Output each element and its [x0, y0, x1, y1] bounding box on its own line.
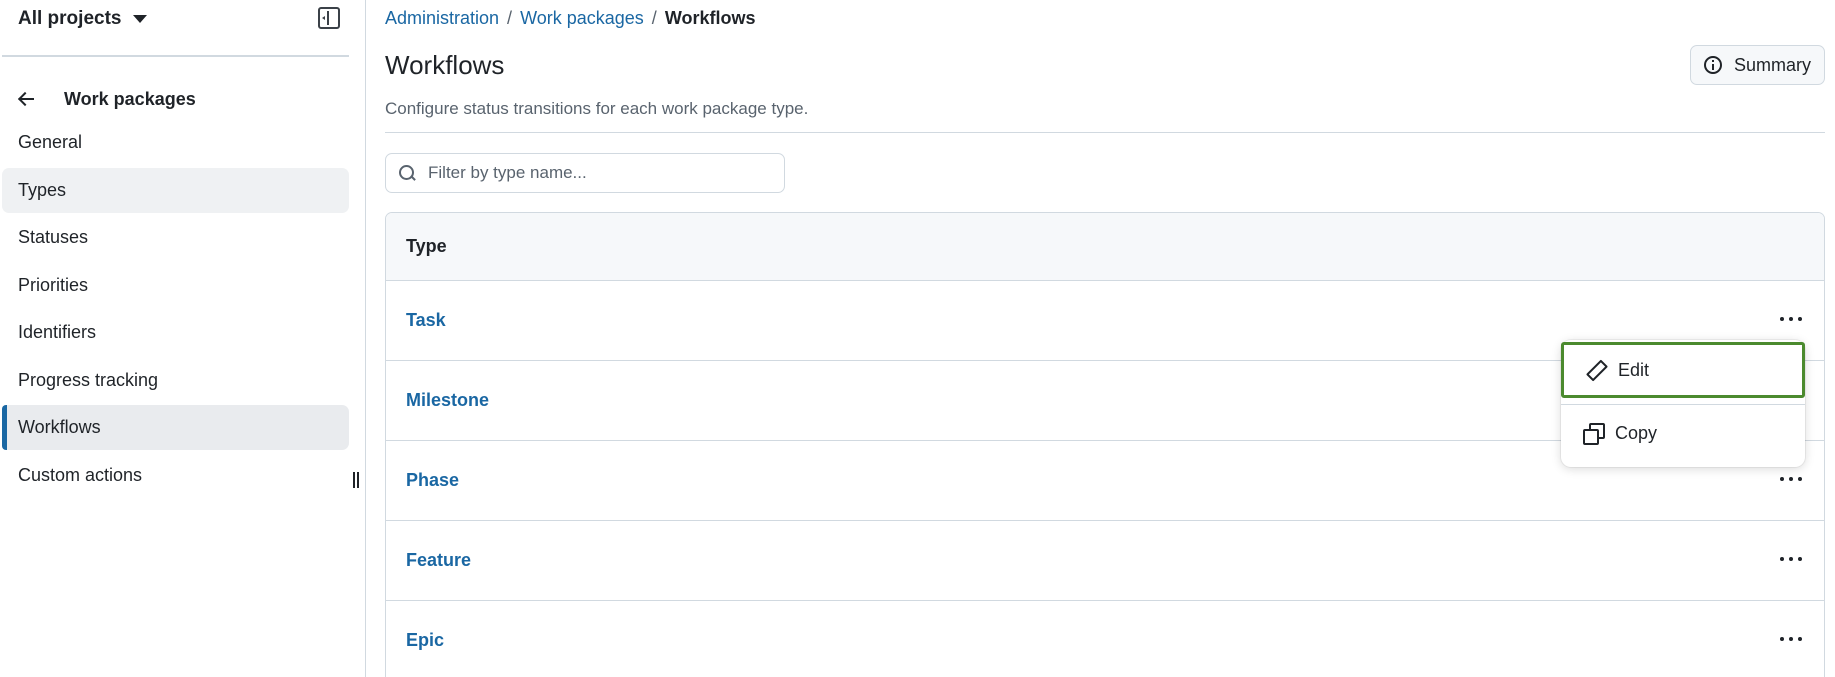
- page-subtitle: Configure status transitions for each wo…: [385, 99, 809, 118]
- sidebar-item-label: Progress tracking: [18, 369, 159, 390]
- breadcrumb-separator: /: [507, 8, 513, 28]
- sidebar-collapse-icon[interactable]: [318, 7, 340, 29]
- type-link-milestone[interactable]: Milestone: [406, 390, 489, 411]
- sidebar-item-label: Priorities: [18, 274, 89, 295]
- project-selector[interactable]: All projects: [18, 4, 148, 34]
- back-row: Work packages: [18, 84, 196, 114]
- info-icon: [1703, 56, 1722, 74]
- breadcrumb-current: Workflows: [664, 8, 756, 28]
- table-row: Feature: [386, 521, 1824, 601]
- filter-input[interactable]: [428, 163, 758, 183]
- filter-box: [385, 153, 785, 193]
- type-link-feature[interactable]: Feature: [406, 550, 471, 571]
- sidebar-section-title: Work packages: [64, 88, 196, 109]
- sidebar-item-workflows[interactable]: Workflows: [2, 405, 349, 450]
- breadcrumb-administration[interactable]: Administration: [385, 8, 499, 29]
- sidebar: All projects Work packages General Types…: [0, 0, 366, 677]
- sidebar-item-label: General: [18, 132, 83, 152]
- sidebar-item-label: Custom actions: [18, 464, 143, 485]
- more-actions-icon[interactable]: [1776, 548, 1806, 570]
- sidebar-item-custom-actions[interactable]: Custom actions: [2, 453, 349, 498]
- arrow-left-icon[interactable]: [18, 90, 36, 108]
- sidebar-item-types[interactable]: Types: [2, 167, 349, 213]
- sidebar-item-general[interactable]: General: [2, 120, 349, 165]
- breadcrumb-work-packages[interactable]: Work packages: [520, 8, 644, 29]
- sidebar-item-label: Statuses: [18, 227, 89, 247]
- copy-icon: [1583, 423, 1605, 445]
- sidebar-item-label: Workflows: [18, 417, 101, 437]
- row-actions-menu: Edit Copy: [1561, 340, 1805, 467]
- summary-button-label: Summary: [1733, 54, 1811, 75]
- sidebar-item-statuses[interactable]: Statuses: [2, 215, 349, 260]
- table-header: Type: [386, 213, 1824, 281]
- sidebar-item-progress-tracking[interactable]: Progress tracking: [2, 358, 349, 403]
- sidebar-item-identifiers[interactable]: Identifiers: [2, 310, 349, 355]
- sidebar-divider: [2, 55, 349, 57]
- summary-button[interactable]: Summary: [1690, 45, 1825, 85]
- header-divider: [385, 132, 1825, 133]
- column-header-type: Type: [406, 236, 447, 256]
- table-row: Epic: [386, 601, 1824, 677]
- breadcrumb-separator: /: [651, 8, 657, 28]
- pencil-icon: [1586, 361, 1604, 379]
- sidebar-item-label: Types: [18, 179, 67, 200]
- caret-down-icon: [133, 15, 148, 23]
- breadcrumb: Administration / Work packages / Workflo…: [385, 8, 756, 29]
- menu-item-label: Edit: [1618, 359, 1650, 380]
- page-title: Workflows: [385, 50, 505, 80]
- sidebar-menu: General Types Statuses Priorities Identi…: [2, 120, 349, 500]
- search-icon: [398, 164, 416, 182]
- menu-item-label: Copy: [1615, 422, 1658, 443]
- type-link-task[interactable]: Task: [406, 310, 446, 331]
- more-actions-icon[interactable]: [1776, 468, 1806, 490]
- sidebar-item-priorities[interactable]: Priorities: [2, 263, 349, 308]
- more-actions-icon[interactable]: [1776, 308, 1806, 330]
- sidebar-item-label: Identifiers: [18, 322, 97, 342]
- more-actions-icon[interactable]: [1776, 628, 1806, 650]
- sidebar-resize-handle[interactable]: [353, 472, 359, 488]
- menu-item-edit[interactable]: Edit: [1561, 342, 1805, 398]
- type-link-epic[interactable]: Epic: [406, 630, 444, 651]
- project-selector-label: All projects: [18, 8, 122, 29]
- type-link-phase[interactable]: Phase: [406, 470, 459, 491]
- menu-item-copy[interactable]: Copy: [1561, 405, 1805, 461]
